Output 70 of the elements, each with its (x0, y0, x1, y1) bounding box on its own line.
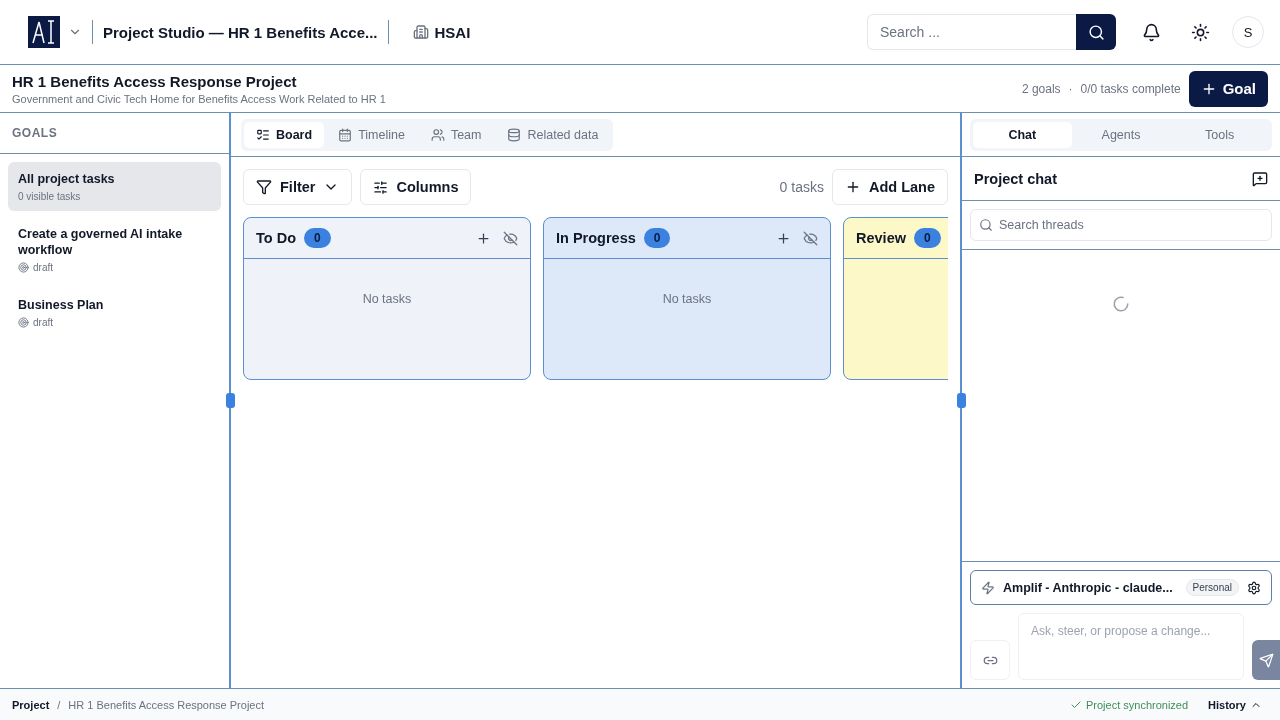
lane-title: To Do (256, 230, 296, 246)
timeline-icon (338, 127, 353, 142)
search-field[interactable]: Search ... (867, 14, 1076, 50)
sliders-icon (373, 179, 389, 195)
count-badge: 0 (914, 228, 941, 248)
board-icon (256, 127, 270, 142)
loading-spinner-icon (1112, 295, 1130, 313)
empty-message: No tasks (662, 292, 712, 306)
sidebar-heading: GOALS (0, 113, 229, 154)
chat-tab[interactable]: Tools (1170, 121, 1269, 148)
filter-icon (256, 179, 272, 195)
thread-search-field[interactable]: Search threads (970, 209, 1272, 241)
search-button[interactable] (1076, 14, 1116, 50)
view-tab[interactable]: Related data (495, 121, 611, 148)
personal-badge: Personal (1185, 579, 1239, 596)
goal-count: 2 goals (1021, 81, 1061, 96)
lane-title: In Progress (556, 230, 636, 246)
team-icon (430, 127, 445, 142)
count-badge: 0 (643, 228, 671, 248)
hide-icon[interactable] (803, 230, 818, 246)
breadcrumb-item[interactable]: Project (12, 698, 50, 711)
empty-message: No tasks (362, 292, 412, 306)
settings-icon[interactable] (1247, 580, 1261, 595)
chat-title: Project chat (974, 170, 1057, 187)
project-description: Government and Civic Tech Home for Benefits Access Work Related to HR 1 (12, 92, 386, 105)
breadcrumb-separator: / (57, 698, 61, 711)
breadcrumb-item: HR 1 Benefits Access Response Project (68, 698, 264, 711)
count-badge: 0 (304, 228, 331, 248)
add-lane-button[interactable]: Add Lane (831, 169, 948, 205)
add-icon[interactable] (476, 230, 491, 246)
data-icon (507, 127, 522, 142)
goal-item[interactable]: All project tasks 0 visible tasks (8, 162, 221, 211)
chat-tab[interactable]: Chat (973, 121, 1072, 148)
send-button[interactable] (1252, 640, 1280, 680)
attach-link-button[interactable] (970, 640, 1010, 680)
task-count: 0 tasks (779, 179, 824, 195)
logo-icon[interactable] (28, 16, 60, 48)
bell-icon (1142, 22, 1161, 42)
add-icon[interactable] (776, 230, 791, 246)
lane-title: Review (856, 230, 906, 246)
search-icon (1087, 23, 1105, 41)
building-icon (412, 24, 429, 40)
new-thread-icon[interactable] (1252, 170, 1268, 187)
view-tab[interactable]: Timeline (326, 121, 417, 148)
separator-dot: · (1068, 81, 1073, 96)
goal-item[interactable]: Create a governed AI intake workflow draft (8, 217, 221, 282)
history-button[interactable]: History (1202, 697, 1268, 712)
hide-icon[interactable] (503, 230, 518, 246)
send-icon (1258, 652, 1274, 668)
view-tab[interactable]: Board (244, 121, 325, 148)
search-icon (979, 218, 993, 232)
lightning-icon (981, 580, 995, 595)
sun-icon (1191, 22, 1210, 42)
sync-status: Project synchronized (1086, 698, 1189, 711)
project-title: HR 1 Benefits Access Response Project (12, 72, 298, 90)
view-tab[interactable]: Team (418, 121, 494, 148)
columns-button[interactable]: Columns (360, 169, 472, 205)
target-icon (18, 262, 29, 273)
resize-handle[interactable] (226, 393, 235, 408)
chat-tab[interactable]: Agents (1071, 121, 1171, 148)
target-icon (18, 317, 29, 328)
add-goal-button[interactable]: Goal (1188, 70, 1268, 107)
message-input[interactable]: Ask, steer, or propose a change... (1018, 613, 1244, 680)
tasks-complete-text: 0/0 tasks complete (1080, 81, 1181, 96)
goal-item[interactable]: Business Plan draft (8, 288, 221, 337)
org-link[interactable]: HSAI (412, 23, 471, 41)
app-title: Project Studio — HR 1 Benefits Acce... (103, 23, 378, 41)
resize-handle[interactable] (957, 393, 966, 408)
filter-button[interactable]: Filter (243, 169, 353, 205)
model-selector[interactable]: Amplif - Anthropic - claude... Personal (970, 570, 1272, 605)
